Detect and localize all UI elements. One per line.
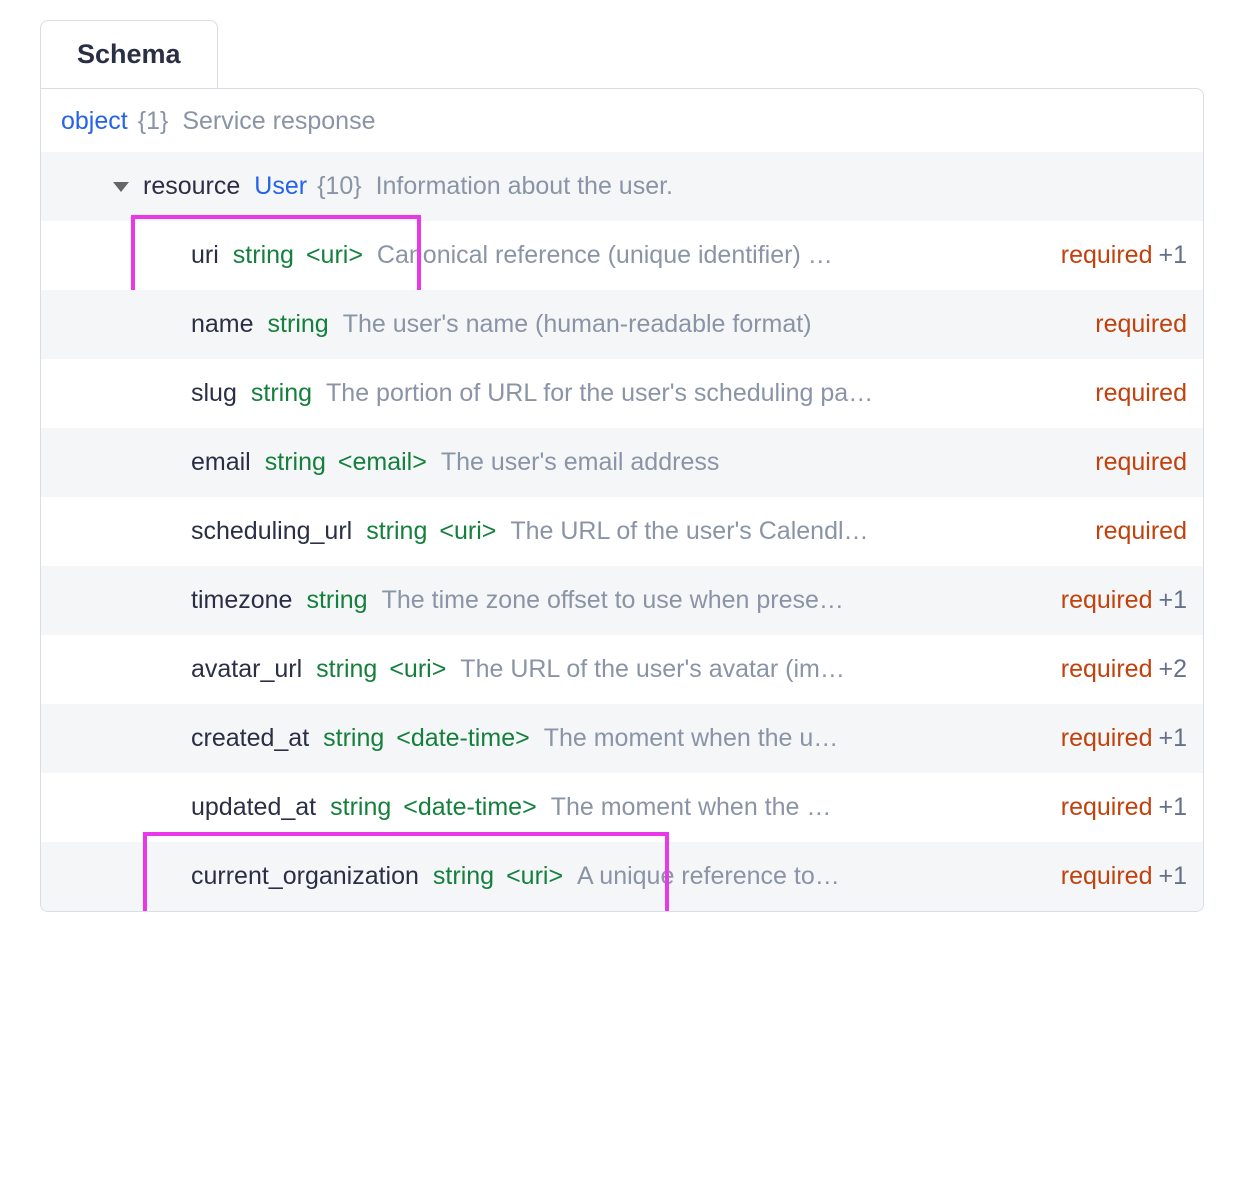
field-format: <uri> [389,655,446,684]
chevron-down-icon [113,182,129,192]
resource-desc: Information about the user. [376,172,673,201]
field-format: <uri> [506,862,563,891]
field-name: resource [143,172,240,201]
field-name: scheduling_url [191,517,352,546]
root-desc: Service response [182,107,375,136]
field-row-updated_at[interactable]: updated_at string <date-time> The moment… [41,773,1203,842]
field-type: string [330,793,391,822]
field-name: email [191,448,251,477]
field-type: string [433,862,494,891]
field-name: slug [191,379,237,408]
resource-type: User [254,172,307,201]
field-type: string [306,586,367,615]
required-badge: required [1061,586,1153,615]
field-desc: The URL of the user's avatar (im… [460,655,1050,684]
field-type: string [323,724,384,753]
field-row-timezone[interactable]: timezone string The time zone offset to … [41,566,1203,635]
field-format: <uri> [439,517,496,546]
field-desc: The time zone offset to use when prese… [382,586,1051,615]
field-desc: The user's name (human-readable format) [343,310,1086,339]
field-desc: A unique reference to… [577,862,1051,891]
field-name: avatar_url [191,655,302,684]
field-desc: The portion of URL for the user's schedu… [326,379,1085,408]
field-row-created_at[interactable]: created_at string <date-time> The moment… [41,704,1203,773]
schema-panel: object {1} Service response resource Use… [40,88,1204,912]
field-name: current_organization [191,862,419,891]
resource-count: {10} [317,172,362,201]
extra-count: +1 [1158,586,1187,615]
required-badge: required [1095,310,1187,339]
required-badge: required [1061,241,1153,270]
field-row-email[interactable]: email string <email> The user's email ad… [41,428,1203,497]
required-badge: required [1095,379,1187,408]
root-type: object [61,107,128,136]
field-desc: The URL of the user's Calendl… [510,517,1085,546]
field-format: <date-time> [403,793,536,822]
field-type: string [251,379,312,408]
field-desc: Canonical reference (unique identifier) … [377,241,1051,270]
resource-row[interactable]: resource User {10} Information about the… [41,152,1203,221]
field-row-scheduling_url[interactable]: scheduling_url string <uri> The URL of t… [41,497,1203,566]
field-format: <email> [338,448,427,477]
required-badge: required [1061,655,1153,684]
field-type: string [316,655,377,684]
field-desc: The moment when the u… [544,724,1051,753]
extra-count: +1 [1158,793,1187,822]
field-name: name [191,310,254,339]
field-name: uri [191,241,219,270]
schema-root-row[interactable]: object {1} Service response [41,89,1203,152]
field-row-name[interactable]: name string The user's name (human-reada… [41,290,1203,359]
field-desc: The moment when the … [551,793,1051,822]
field-row-avatar_url[interactable]: avatar_url string <uri> The URL of the u… [41,635,1203,704]
field-type: string [265,448,326,477]
extra-count: +1 [1158,862,1187,891]
required-badge: required [1061,793,1153,822]
extra-count: +1 [1158,724,1187,753]
field-format: <uri> [306,241,363,270]
required-badge: required [1095,448,1187,477]
required-badge: required [1061,862,1153,891]
field-name: updated_at [191,793,316,822]
root-count: {1} [138,107,169,136]
required-badge: required [1095,517,1187,546]
tab-schema[interactable]: Schema [40,20,218,88]
field-row-uri[interactable]: uri string <uri> Canonical reference (un… [41,221,1203,290]
field-desc: The user's email address [441,448,1085,477]
required-badge: required [1061,724,1153,753]
field-type: string [366,517,427,546]
field-row-slug[interactable]: slug string The portion of URL for the u… [41,359,1203,428]
field-type: string [268,310,329,339]
field-name: timezone [191,586,292,615]
field-row-current_organization[interactable]: current_organization string <uri> A uniq… [41,842,1203,911]
extra-count: +1 [1158,241,1187,270]
field-name: created_at [191,724,309,753]
field-type: string [233,241,294,270]
field-format: <date-time> [396,724,529,753]
extra-count: +2 [1158,655,1187,684]
